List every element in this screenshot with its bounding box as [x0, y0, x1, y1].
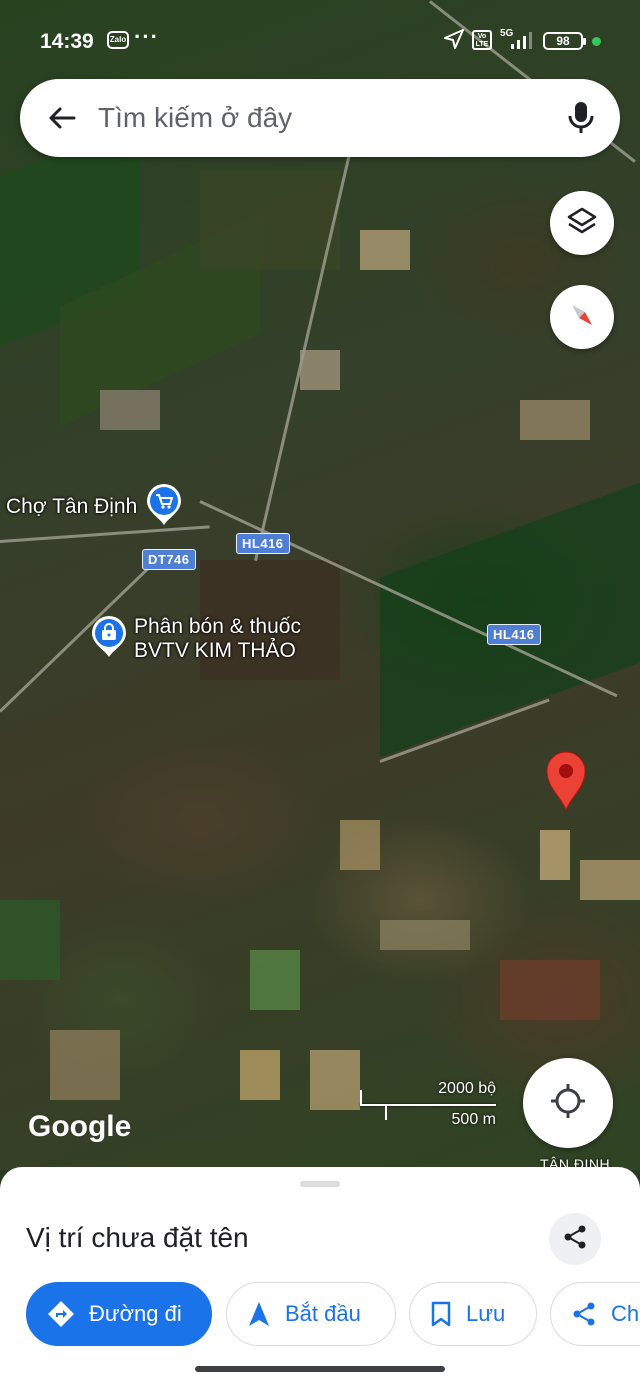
my-location-button[interactable] — [523, 1058, 613, 1148]
privacy-indicator — [592, 37, 601, 46]
search-bar[interactable]: Tìm kiếm ở đây — [20, 79, 620, 157]
search-input[interactable]: Tìm kiếm ở đây — [98, 102, 292, 134]
back-arrow-icon[interactable] — [46, 102, 78, 139]
start-button[interactable]: Bắt đầu — [226, 1282, 396, 1346]
scale-imperial: 2000 bộ — [438, 1080, 496, 1097]
crosshair-icon — [549, 1082, 587, 1125]
map-field — [200, 170, 340, 270]
zalo-icon: Zalo — [107, 31, 129, 49]
status-bar: 14:39 Zalo ··· Vo LTE 5G 98 — [0, 0, 640, 80]
home-indicator[interactable] — [195, 1366, 445, 1372]
bookmark-icon — [430, 1301, 452, 1327]
map-field — [100, 390, 160, 430]
map-field — [380, 482, 640, 758]
compass-button[interactable] — [550, 285, 614, 349]
microphone-icon[interactable] — [566, 100, 596, 141]
map-field — [0, 900, 60, 980]
place-bottom-sheet[interactable]: Vị trí chưa đặt tên Đường đi Bắt đầu Lưu… — [0, 1167, 640, 1386]
map-field — [240, 1050, 280, 1100]
map-field — [540, 830, 570, 880]
status-time: 14:39 — [40, 30, 94, 53]
share-icon — [562, 1224, 588, 1255]
map-field — [50, 1030, 120, 1100]
compass-icon — [565, 298, 599, 337]
map-field — [250, 950, 300, 1010]
directions-button[interactable]: Đường đi — [26, 1282, 212, 1346]
map-field — [520, 400, 590, 440]
map-field — [580, 860, 640, 900]
battery-icon: 98 — [543, 32, 586, 50]
road-shield: HL416 — [487, 624, 541, 645]
google-logo: Google — [28, 1110, 132, 1143]
road-shield: DT746 — [142, 549, 196, 570]
poi-label-shop[interactable]: Phân bón & thuốc BVTV KIM THẢO — [134, 615, 301, 663]
more-notifications-icon: ··· — [134, 24, 159, 49]
save-label: Lưu — [466, 1301, 506, 1326]
satellite-map[interactable]: DT746 HL416 HL416 Chợ Tân Định Phân bón … — [0, 0, 640, 1170]
share-chip-button[interactable]: Chia sẻ — [550, 1282, 640, 1346]
poi-label-market[interactable]: Chợ Tân Định — [6, 495, 137, 519]
directions-icon — [47, 1300, 75, 1328]
shopping-bag-icon[interactable] — [90, 616, 128, 663]
directions-label: Đường đi — [89, 1301, 182, 1326]
navigation-arrow-icon — [247, 1301, 271, 1327]
drag-handle[interactable] — [300, 1181, 340, 1187]
map-field — [300, 350, 340, 390]
volte-icon: Vo LTE — [472, 30, 492, 50]
map-field — [340, 820, 380, 870]
save-button[interactable]: Lưu — [409, 1282, 537, 1346]
shopping-cart-icon[interactable] — [145, 484, 183, 531]
share-label: Chia sẻ — [611, 1301, 640, 1326]
road-shield: HL416 — [236, 533, 290, 554]
map-field — [310, 1050, 360, 1110]
location-arrow-icon — [443, 28, 465, 55]
map-scale: 2000 bộ 500 m — [360, 1080, 500, 1130]
start-label: Bắt đầu — [285, 1301, 361, 1326]
place-title: Vị trí chưa đặt tên — [26, 1222, 249, 1253]
map-field — [360, 230, 410, 270]
scale-metric: 500 m — [451, 1111, 496, 1128]
layers-button[interactable] — [550, 191, 614, 255]
map-field — [500, 960, 600, 1020]
share-button[interactable] — [549, 1213, 601, 1265]
signal-icon — [510, 30, 536, 55]
map-field — [380, 920, 470, 950]
share-icon — [571, 1301, 597, 1327]
layers-icon — [566, 205, 598, 242]
dropped-pin-icon[interactable] — [544, 750, 588, 817]
